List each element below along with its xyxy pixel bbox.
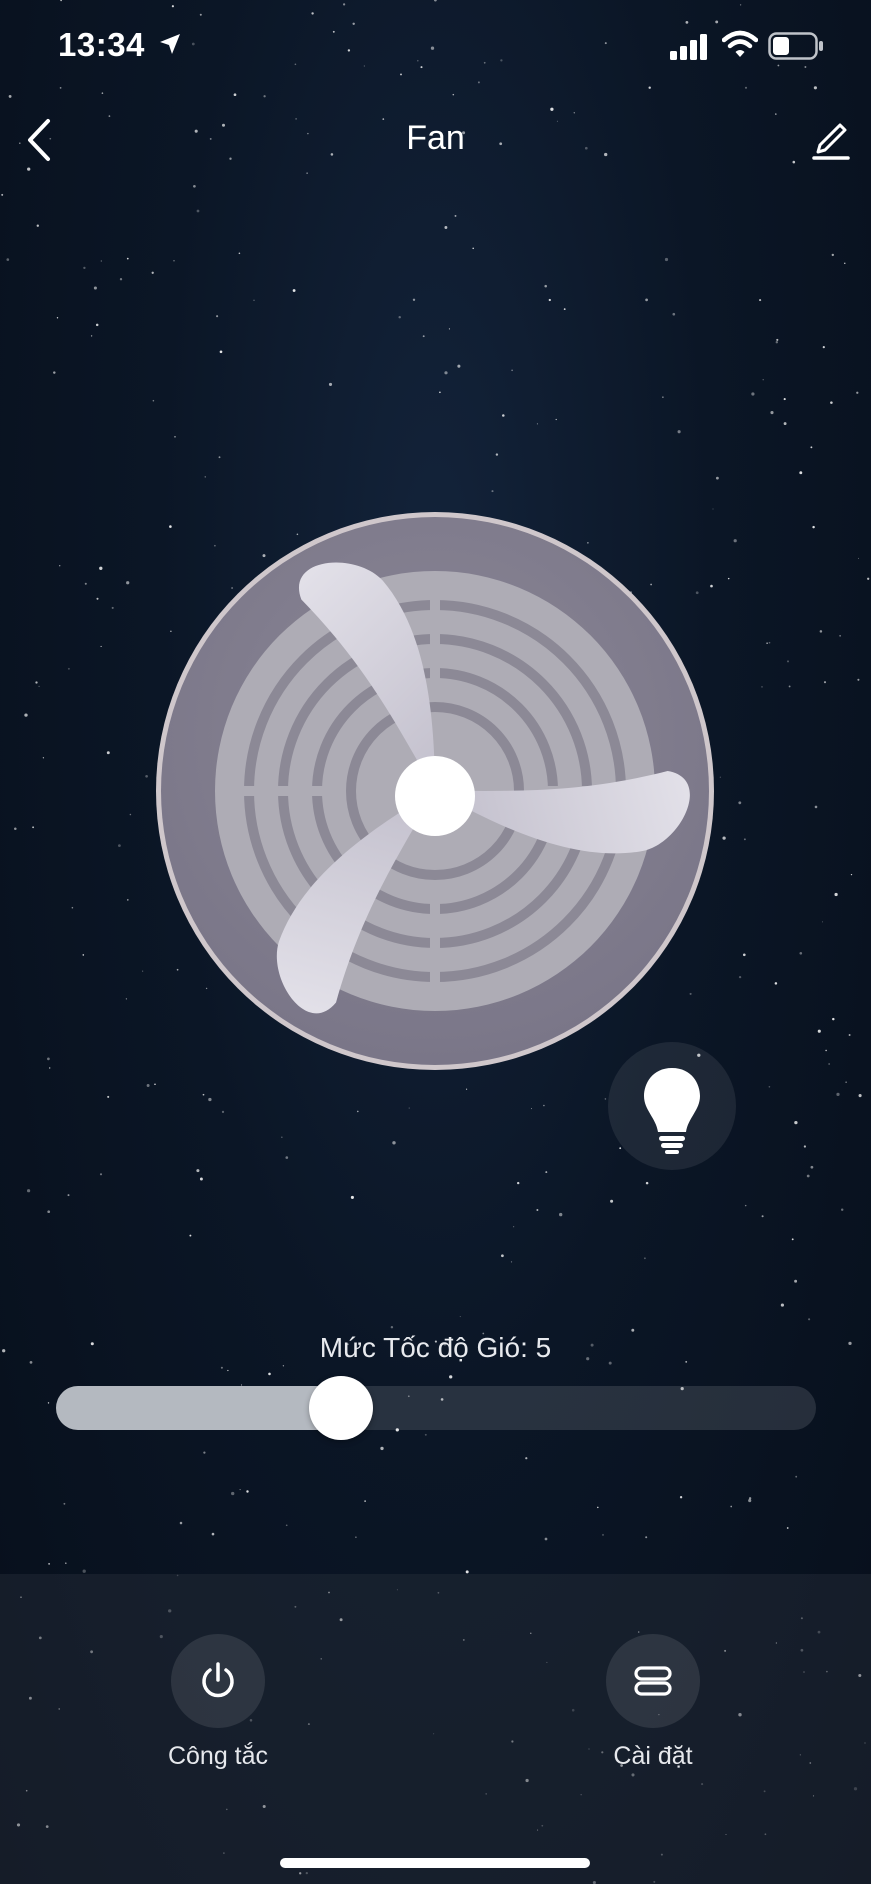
settings-button[interactable]: Cài đặt: [553, 1634, 753, 1771]
fan-illustration[interactable]: [154, 510, 716, 1072]
wifi-icon: [722, 30, 758, 57]
edit-button[interactable]: [808, 115, 854, 161]
status-time: 13:34: [58, 26, 145, 63]
power-switch-label: Công tắc: [167, 1742, 269, 1770]
navigation-bar: Fan: [0, 95, 871, 185]
power-icon: [202, 1662, 234, 1698]
pencil-icon: [812, 123, 850, 160]
battery-icon: [768, 32, 823, 60]
slider-thumb[interactable]: [309, 1376, 373, 1440]
home-indicator[interactable]: [280, 1858, 590, 1868]
light-bulb-icon: [644, 1068, 700, 1154]
wind-speed-slider[interactable]: [56, 1376, 816, 1440]
slider-fill: [56, 1386, 341, 1430]
power-switch-button[interactable]: Công tắc: [118, 1634, 318, 1771]
cellular-signal-icon: [670, 34, 707, 60]
power-button-circle: [171, 1634, 265, 1728]
location-arrow-icon: [160, 34, 180, 54]
settings-icon: [634, 1666, 672, 1696]
settings-button-circle: [606, 1634, 700, 1728]
fan-icon: [156, 512, 714, 1070]
status-bar: 13:34: [0, 0, 871, 95]
bottom-action-panel: Công tắc Cài đặt: [0, 1574, 871, 1884]
page-title: Fan: [406, 119, 465, 157]
settings-label: Cài đặt: [613, 1742, 693, 1770]
wind-speed-label: Mức Tốc độ Gió: 5: [319, 1332, 552, 1363]
light-toggle-button[interactable]: [608, 1042, 736, 1170]
